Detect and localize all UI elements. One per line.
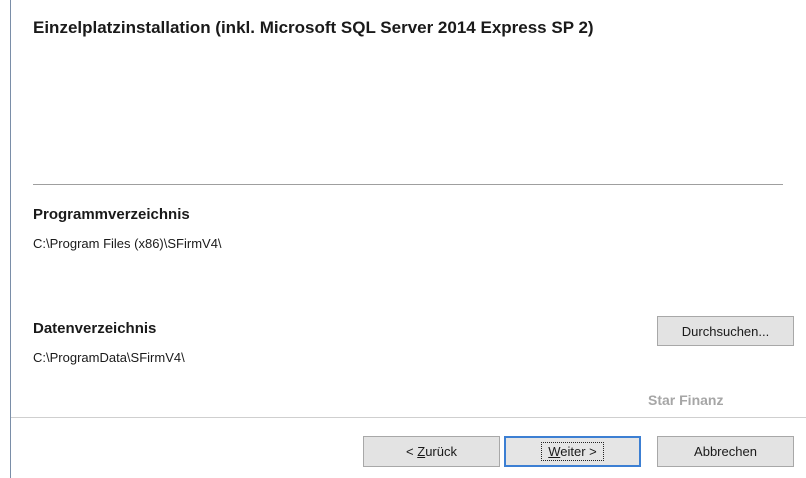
header-divider: [33, 184, 783, 185]
program-directory-label: Programmverzeichnis: [33, 206, 190, 223]
cancel-button-label: Abbrechen: [694, 444, 757, 459]
next-button[interactable]: Weiter >: [504, 436, 641, 467]
page-title: Einzelplatzinstallation (inkl. Microsoft…: [33, 18, 594, 37]
next-button-label: Weiter >: [541, 442, 604, 461]
browse-button-label: Durchsuchen...: [681, 323, 770, 339]
cancel-button[interactable]: Abbrechen: [657, 436, 794, 467]
brand-label: Star Finanz: [648, 392, 724, 408]
data-directory-label: Datenverzeichnis: [33, 320, 157, 337]
back-button[interactable]: < Zurück: [363, 436, 500, 467]
back-button-label: < Zurück: [406, 444, 457, 459]
installer-dialog: Einzelplatzinstallation (inkl. Microsoft…: [0, 0, 806, 478]
footer-divider: [11, 417, 806, 418]
data-directory-path: C:\ProgramData\SFirmV4\: [33, 350, 185, 365]
browse-button[interactable]: Durchsuchen...: [657, 316, 794, 346]
program-directory-path: C:\Program Files (x86)\SFirmV4\: [33, 236, 222, 251]
window-left-border: [10, 0, 11, 478]
